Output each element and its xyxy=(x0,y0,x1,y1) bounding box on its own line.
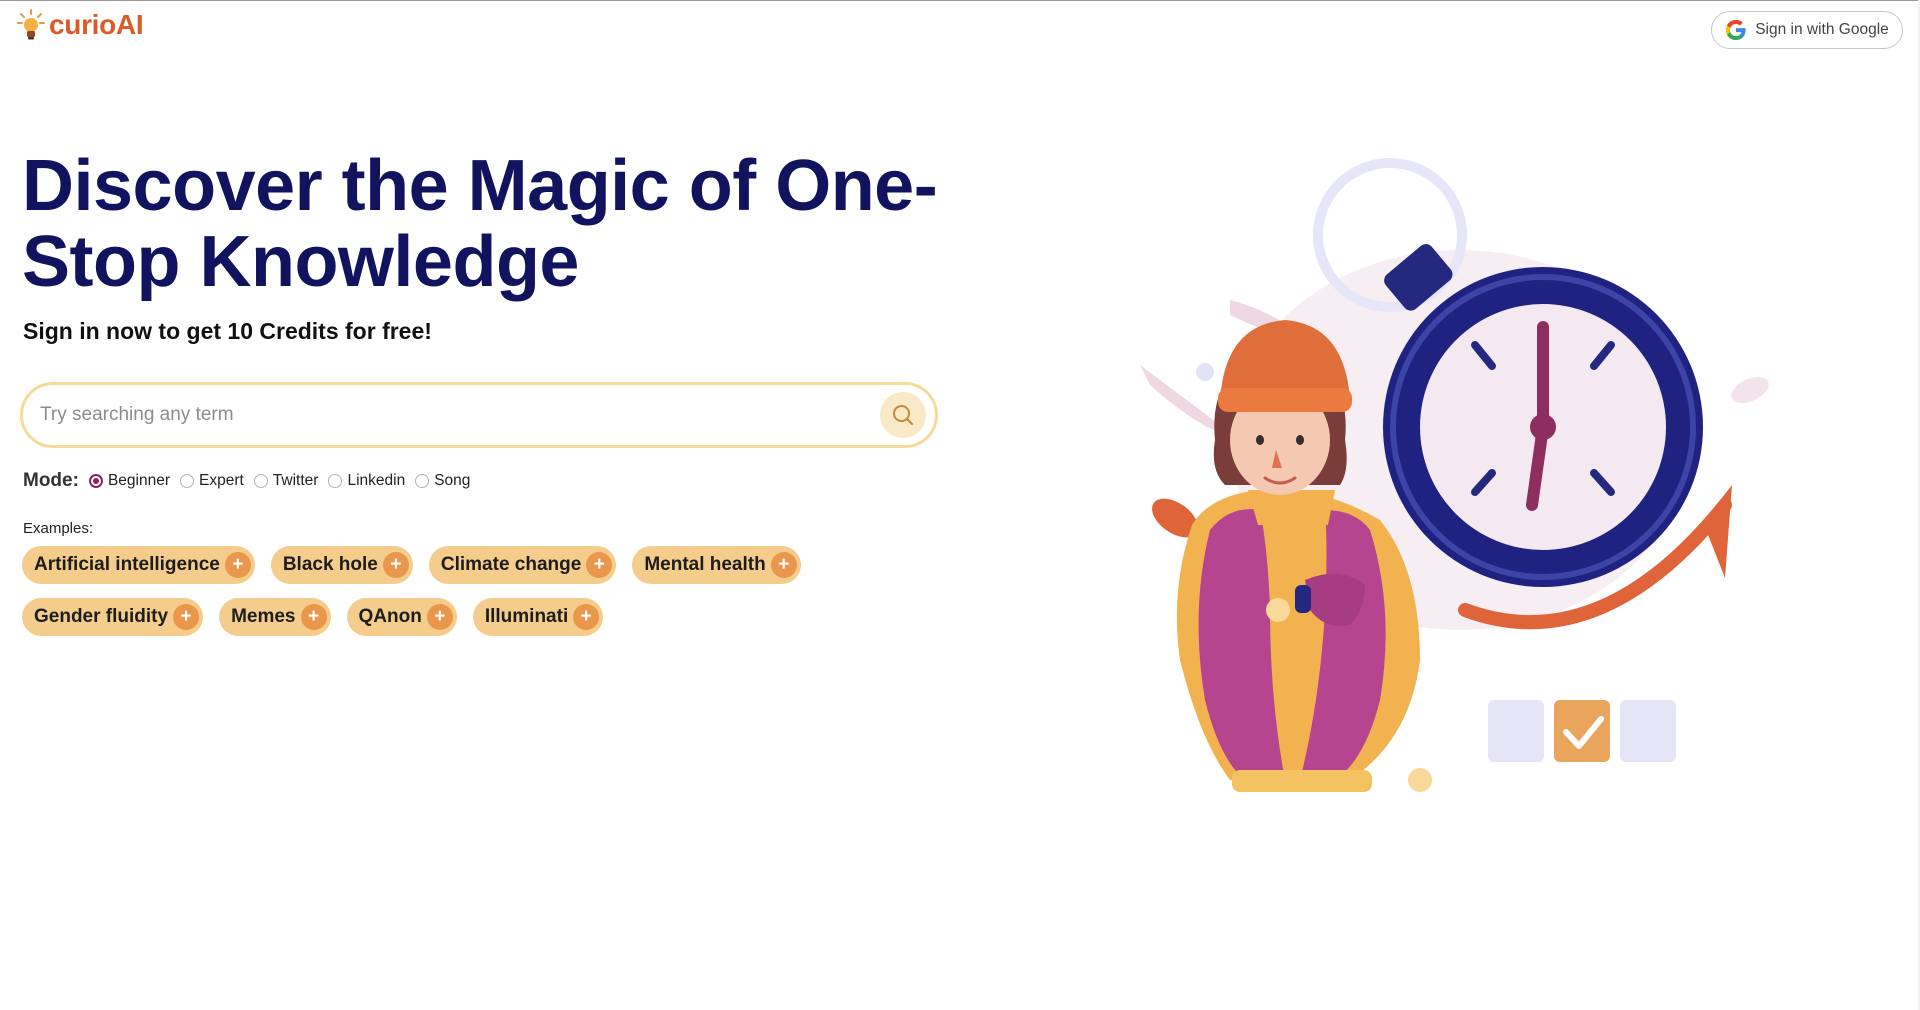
example-chip[interactable]: Gender fluidity + xyxy=(22,598,204,636)
google-signin-button[interactable]: Sign in with Google xyxy=(1711,11,1903,49)
plus-icon: + xyxy=(173,604,200,630)
example-chip[interactable]: Memes + xyxy=(219,598,331,636)
google-signin-label: Sign in with Google xyxy=(1755,21,1889,38)
plus-icon: + xyxy=(426,604,453,630)
example-chip[interactable]: Climate change + xyxy=(428,546,617,584)
hero-title: Discover the Magic of One-Stop Knowledge xyxy=(22,146,938,302)
example-chip[interactable]: Artificial intelligence + xyxy=(22,546,255,584)
mode-option-song[interactable]: Song xyxy=(415,472,470,490)
example-chips: Artificial intelligence + Black hole + C… xyxy=(22,546,902,650)
mode-option-label: Beginner xyxy=(107,472,170,489)
search-icon xyxy=(893,405,914,426)
stopwatch-icon xyxy=(1383,244,1703,587)
mode-option-label: Song xyxy=(434,472,471,489)
example-chip[interactable]: QAnon + xyxy=(346,598,457,636)
radio-unchecked-icon[interactable] xyxy=(328,474,343,488)
mode-option-twitter[interactable]: Twitter xyxy=(253,472,319,490)
example-chip[interactable]: Illuminati + xyxy=(472,598,604,636)
plus-icon: + xyxy=(224,552,251,578)
mode-option-expert[interactable]: Expert xyxy=(179,472,244,490)
brand-name: curioAI xyxy=(49,9,144,40)
chip-row: Gender fluidity + Memes + QAnon + Illumi… xyxy=(22,598,902,636)
chip-label: QAnon xyxy=(358,606,422,627)
chip-label: Climate change xyxy=(440,554,582,575)
google-g-icon xyxy=(1726,19,1746,41)
radio-checked-icon[interactable] xyxy=(88,474,103,488)
checkbox-tile xyxy=(1488,700,1544,762)
example-chip[interactable]: Mental health + xyxy=(632,546,801,584)
chip-label: Black hole xyxy=(282,554,378,575)
example-chip[interactable]: Black hole + xyxy=(270,546,413,584)
radio-unchecked-icon[interactable] xyxy=(179,474,194,488)
chip-label: Mental health xyxy=(644,554,766,575)
plus-icon: + xyxy=(586,552,613,578)
top-border xyxy=(0,0,1920,1)
search-button[interactable] xyxy=(880,392,926,438)
mode-option-label: Expert xyxy=(198,472,244,489)
plus-icon: + xyxy=(573,604,600,630)
hero-illustration xyxy=(1140,158,1769,792)
checkbox-tile xyxy=(1620,700,1676,762)
chip-row: Artificial intelligence + Black hole + C… xyxy=(22,546,902,584)
chip-label: Illuminati xyxy=(484,606,569,627)
brand-logo[interactable]: curioAI xyxy=(16,8,144,42)
chip-label: Artificial intelligence xyxy=(34,554,220,575)
radio-unchecked-icon[interactable] xyxy=(253,474,268,488)
lightbulb-icon xyxy=(17,9,45,40)
mode-option-linkedin[interactable]: Linkedin xyxy=(328,472,405,490)
checkbox-tile-checked xyxy=(1554,700,1610,762)
chip-label: Gender fluidity xyxy=(34,606,169,627)
plus-icon: + xyxy=(770,552,797,578)
search-bar xyxy=(20,382,938,448)
mode-selector: Mode: Beginner Expert Twitter Linkedin S… xyxy=(23,470,480,492)
mode-option-label: Twitter xyxy=(272,472,319,489)
mode-option-beginner[interactable]: Beginner xyxy=(88,472,170,490)
plus-icon: + xyxy=(300,604,327,630)
search-input[interactable] xyxy=(38,394,862,436)
mode-label: Mode: xyxy=(23,470,79,491)
radio-unchecked-icon[interactable] xyxy=(415,474,430,488)
examples-label: Examples: xyxy=(23,520,94,537)
mode-option-label: Linkedin xyxy=(347,472,406,489)
hero-subtitle: Sign in now to get 10 Credits for free! xyxy=(23,318,432,344)
chip-label: Memes xyxy=(231,606,296,627)
plus-icon: + xyxy=(382,552,409,578)
